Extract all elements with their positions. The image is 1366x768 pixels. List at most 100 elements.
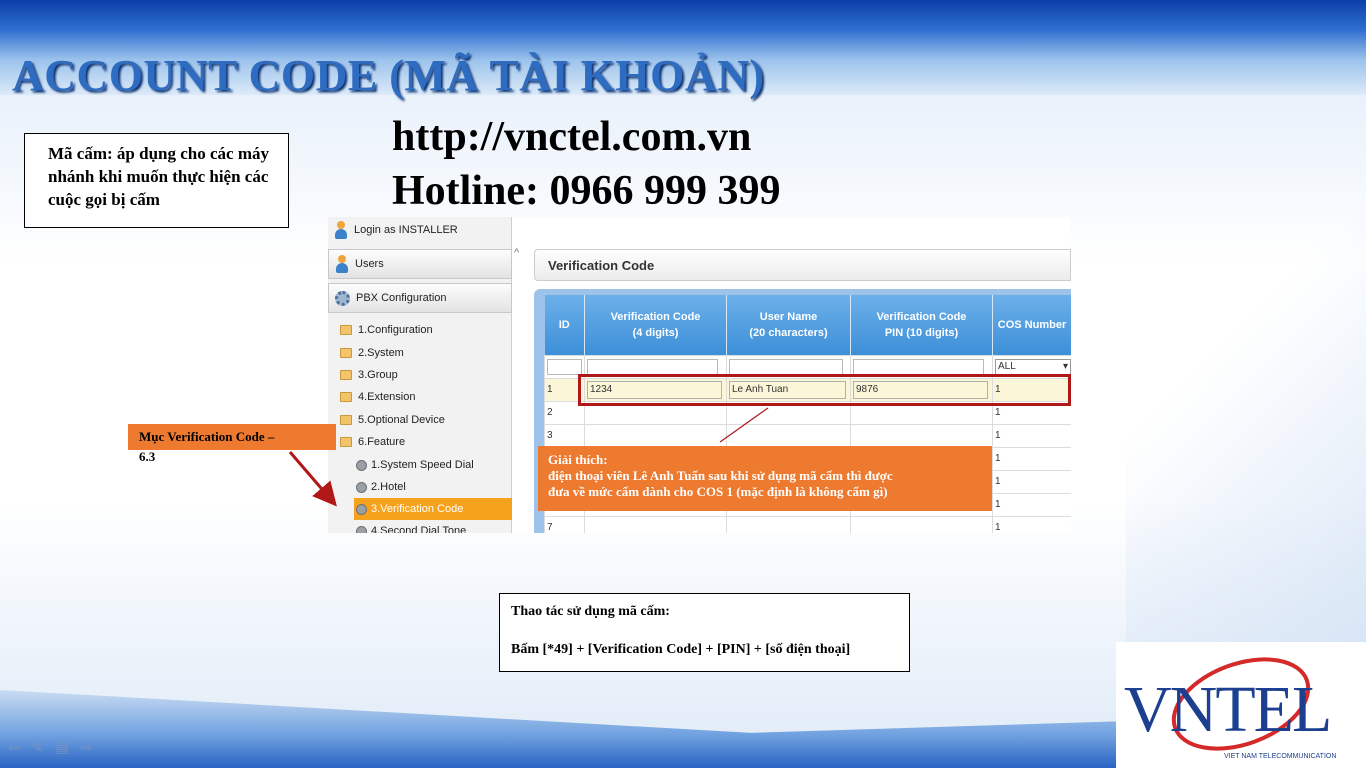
column-header-user[interactable]: User Name (20 characters) <box>726 295 851 355</box>
slide-title: ACCOUNT CODE (MÃ TÀI KHOẢN) <box>12 51 765 100</box>
config-tree: 1.Configuration 2.System 3.Group 4.Exten… <box>340 319 512 453</box>
dial-tone-icon <box>356 525 367 533</box>
filter-input[interactable] <box>547 358 582 375</box>
filter-input[interactable] <box>587 358 718 375</box>
sidebar-scroll-up-icon[interactable]: ^ <box>514 247 519 259</box>
folder-open-icon <box>340 437 352 448</box>
previous-icon[interactable]: ⇦ <box>8 739 20 756</box>
hotline-text: Hotline: 0966 999 399 <box>392 168 781 214</box>
tree-item-optional-device[interactable]: 5.Optional Device <box>340 409 512 431</box>
table-row[interactable]: 7 1 <box>544 515 1071 533</box>
login-label: Login as INSTALLER <box>354 224 458 236</box>
filter-input[interactable] <box>853 358 984 375</box>
folder-icon <box>340 325 352 336</box>
folder-icon <box>340 347 352 358</box>
next-icon[interactable]: ⇨ <box>81 739 93 756</box>
cell-cos[interactable]: 1 <box>992 515 1071 533</box>
cell-code[interactable] <box>584 423 727 448</box>
cell-id: 7 <box>544 515 585 533</box>
explanation-callout: Giải thích: điện thoại viên Lê Anh Tuấn … <box>538 446 992 511</box>
table-row[interactable]: 3 1 <box>544 423 1071 448</box>
tree-item-label: 4.Extension <box>358 391 416 404</box>
website-url: http://vnctel.com.vn <box>392 114 752 160</box>
logo-subtitle: VIET NAM TELECOMMUNICATION <box>1224 753 1337 760</box>
gear-icon <box>335 290 350 306</box>
column-header-pin-line1: Verification Code <box>876 310 967 323</box>
column-header-code-line1: Verification Code <box>610 310 701 323</box>
cell-pin[interactable] <box>850 423 993 448</box>
tree-item-label: 3.Group <box>358 368 398 381</box>
cell-pin[interactable] <box>850 515 993 533</box>
login-status: Login as INSTALLER <box>328 217 512 243</box>
verification-code-callout: Mục Verification Code – <box>128 424 336 450</box>
logo-text: VNTEL <box>1124 673 1332 746</box>
panel-title: Verification Code <box>534 249 1071 281</box>
sidebar-item-pbx-label: PBX Configuration <box>356 292 447 304</box>
tree-item-label: 5.Optional Device <box>358 413 445 426</box>
tree-item-label: 4.Second Dial Tone <box>371 525 467 533</box>
verification-code-callout-text: Mục Verification Code – <box>139 429 275 444</box>
tree-item-verification-code[interactable]: 3.Verification Code <box>354 498 512 520</box>
verification-code-icon <box>356 503 367 515</box>
column-header-cos[interactable]: COS Number <box>992 295 1071 355</box>
cell-user[interactable] <box>726 515 851 533</box>
tree-item-label: 1.Configuration <box>358 324 433 337</box>
users-icon <box>335 255 349 273</box>
tree-item-feature[interactable]: 6.Feature <box>340 431 512 453</box>
tree-item-label: 3.Verification Code <box>371 503 464 515</box>
cell-cos[interactable]: 1 <box>992 446 1071 471</box>
tree-item-system[interactable]: 2.System <box>340 341 512 363</box>
chevron-down-icon: ▾ <box>1062 361 1068 372</box>
column-header-id[interactable]: ID <box>544 295 585 355</box>
pen-icon[interactable]: ✎ <box>32 739 44 756</box>
usage-spacer <box>511 621 909 640</box>
hotel-icon <box>356 481 367 493</box>
sidebar: Login as INSTALLER Users PBX Configurati… <box>328 217 512 533</box>
cell-user[interactable] <box>726 423 851 448</box>
slideshow-nav: ⇦ ✎ ▤ ⇨ <box>8 739 92 756</box>
feature-subtree: 1.System Speed Dial 2.Hotel 3.Verificati… <box>354 454 512 533</box>
user-icon <box>334 221 348 239</box>
vntel-logo: VNTEL VIET NAM TELECOMMUNICATION <box>1116 642 1366 768</box>
tree-item-extension[interactable]: 4.Extension <box>340 386 512 408</box>
column-header-user-line1: User Name <box>759 310 818 323</box>
tree-item-group[interactable]: 3.Group <box>340 364 512 386</box>
column-header-pin[interactable]: Verification Code PIN (10 digits) <box>850 295 993 355</box>
tree-item-second-dial-tone[interactable]: 4.Second Dial Tone <box>354 520 512 533</box>
folder-icon <box>340 392 352 403</box>
explanation-line-1: điện thoại viên Lê Anh Tuấn sau khi sử d… <box>548 468 893 483</box>
usage-title: Thao tác sử dụng mã cấm: <box>511 604 670 619</box>
cos-filter-select[interactable]: ALL ▾ <box>995 358 1071 375</box>
column-header-user-line2: (20 characters) <box>749 326 828 339</box>
cell-id: 3 <box>544 423 585 448</box>
column-header-code-line2: (4 digits) <box>632 326 679 339</box>
folder-icon <box>340 414 352 425</box>
cell-cos[interactable]: 1 <box>992 492 1071 517</box>
usage-text: Bấm [*49] + [Verification Code] + [PIN] … <box>511 642 851 657</box>
filter-input[interactable] <box>729 358 843 375</box>
highlight-row-box <box>578 374 1071 406</box>
menu-icon[interactable]: ▤ <box>55 739 68 756</box>
explanation-title: Giải thích: <box>548 452 608 467</box>
restriction-note-box: Mã cấm: áp dụng cho các máy nhánh khi mu… <box>24 133 289 228</box>
sidebar-item-pbx-configuration[interactable]: PBX Configuration <box>328 283 512 313</box>
cell-cos[interactable]: 1 <box>992 423 1071 448</box>
slide-right-swoosh <box>1126 100 1366 700</box>
tree-item-label: 6.Feature <box>358 436 406 449</box>
tree-item-label: 1.System Speed Dial <box>371 459 474 471</box>
cos-filter-value: ALL <box>998 361 1016 372</box>
verification-code-callout-tail: 6.3 <box>139 449 156 464</box>
speed-dial-icon <box>356 459 367 471</box>
cell-code[interactable] <box>584 515 727 533</box>
usage-instructions-box: Thao tác sử dụng mã cấm: Bấm [*49] + [Ve… <box>499 593 910 672</box>
column-header-code[interactable]: Verification Code (4 digits) <box>584 295 727 355</box>
tree-item-label: 2.Hotel <box>371 481 406 493</box>
tree-item-configuration[interactable]: 1.Configuration <box>340 319 512 341</box>
cell-cos[interactable]: 1 <box>992 469 1071 494</box>
tree-item-label: 2.System <box>358 346 404 359</box>
column-header-pin-line2: PIN (10 digits) <box>884 326 959 339</box>
restriction-note-text: Mã cấm: áp dụng cho các máy nhánh khi mu… <box>48 144 269 209</box>
sidebar-item-users[interactable]: Users <box>328 249 512 279</box>
tree-item-hotel[interactable]: 2.Hotel <box>354 476 512 498</box>
tree-item-system-speed-dial[interactable]: 1.System Speed Dial <box>354 454 512 476</box>
